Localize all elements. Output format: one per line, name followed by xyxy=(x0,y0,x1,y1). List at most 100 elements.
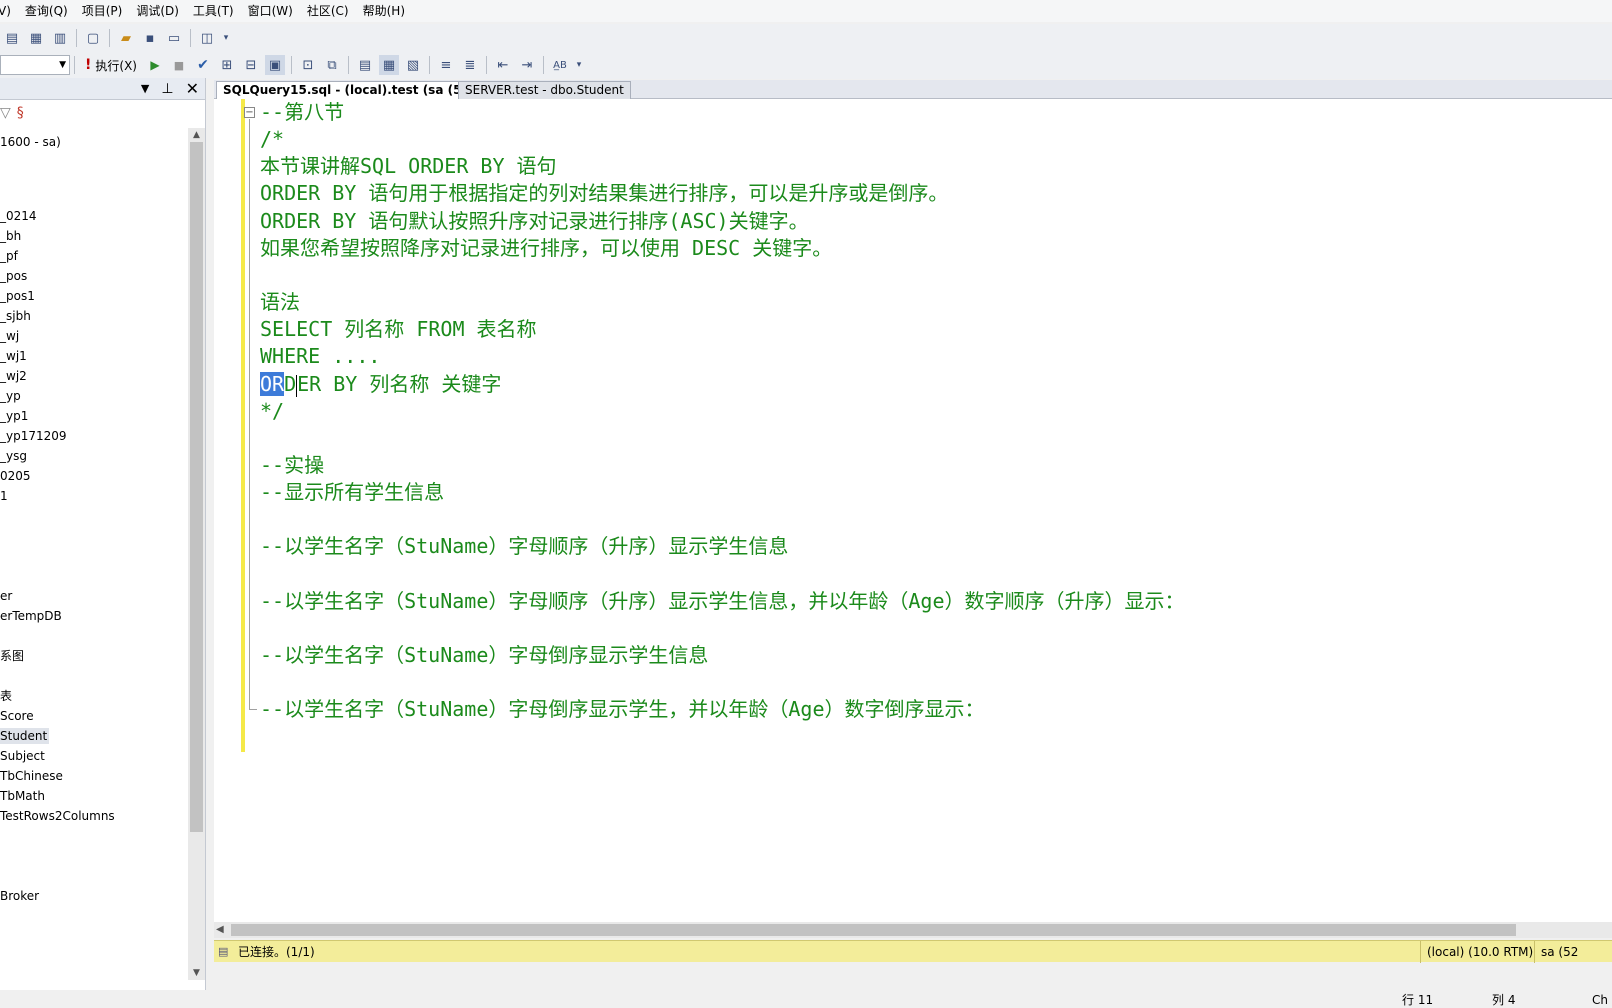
analysis-query-icon[interactable]: ▥ xyxy=(50,28,70,48)
include-plan-icon[interactable]: ⊡ xyxy=(298,55,318,75)
debug-play-icon[interactable]: ▶ xyxy=(145,55,165,75)
explorer-vertical-scrollbar[interactable]: ▲ ▼ xyxy=(188,128,205,980)
results-to-text-icon[interactable]: ▤ xyxy=(355,55,375,75)
cancel-query-icon[interactable]: ■ xyxy=(169,55,189,75)
execute-button[interactable]: ! 执行(X) xyxy=(79,57,143,74)
tree-node[interactable]: _wj xyxy=(0,328,19,344)
toolbar-separator xyxy=(190,29,191,47)
line-indicator: 行 11 xyxy=(1402,993,1434,1007)
tree-node[interactable]: 0205 xyxy=(0,468,31,484)
results-to-file2-icon[interactable]: ▧ xyxy=(403,55,423,75)
new-file-icon[interactable]: ▢ xyxy=(83,28,103,48)
tree-node[interactable]: _wj1 xyxy=(0,348,27,364)
new-query-icon[interactable]: ▤ xyxy=(2,28,22,48)
menu-item[interactable]: 帮助(H) xyxy=(363,0,405,22)
code-line: --以学生名字（StuName）字母倒序显示学生信息 xyxy=(260,643,709,667)
tree-node[interactable]: 1 xyxy=(0,488,8,504)
tree-node[interactable]: _pos1 xyxy=(0,288,35,304)
toolbar-overflow-icon[interactable]: ▾ xyxy=(221,28,231,48)
object-explorer-toolbar: ▽ § xyxy=(0,100,205,126)
tree-node[interactable]: _wj2 xyxy=(0,368,27,384)
collapse-region-icon[interactable]: − xyxy=(244,107,255,118)
filter-icon[interactable]: ▽ xyxy=(0,105,11,121)
dropdown-icon[interactable]: ▼ xyxy=(141,82,149,95)
sql-editor[interactable]: − --第八节 /* 本节课讲解SQL ORDER BY 语句 ORDER BY 语句… xyxy=(214,99,1612,937)
refresh-icon[interactable]: § xyxy=(17,105,24,121)
tree-node[interactable]: Score xyxy=(0,708,34,724)
tree-node[interactable]: TestRows2Columns xyxy=(0,808,115,824)
scrollbar-thumb[interactable] xyxy=(231,924,1516,936)
toolbar-separator xyxy=(74,56,75,74)
toolbar-overflow-icon[interactable]: ▾ xyxy=(574,55,584,75)
tree-node[interactable]: _0214 xyxy=(0,208,37,224)
pin-icon[interactable]: ⊥ xyxy=(161,81,173,97)
tree-node[interactable]: _pf xyxy=(0,248,18,264)
activity-monitor-icon[interactable]: ◫ xyxy=(197,28,217,48)
toolbar-separator xyxy=(290,56,292,74)
outline-line-end xyxy=(249,709,257,710)
query-designer-icon[interactable]: ⊟ xyxy=(241,55,261,75)
save-icon[interactable]: ▪ xyxy=(140,28,160,48)
code-line: */ xyxy=(260,399,285,423)
close-icon[interactable]: ✕ xyxy=(186,79,199,98)
comment-icon[interactable]: ≡ xyxy=(436,55,456,75)
tree-node[interactable]: 1600 - sa) xyxy=(0,134,61,150)
results-to-grid-icon[interactable]: ▦ xyxy=(378,55,399,75)
sql-editor-toolbar: ▼ ! 执行(X) ▶ ■ ✔ ⊞ ⊟ ▣ ⊡ ⧉ ▤ ▦ ▧ ≡ ≣ ⇤ ⇥ … xyxy=(0,51,1612,79)
tree-node[interactable]: TbChinese xyxy=(0,768,63,784)
tree-node[interactable]: _sjbh xyxy=(0,308,31,324)
print-icon[interactable]: ▭ xyxy=(164,28,184,48)
code-line: --显示所有学生信息 xyxy=(260,480,445,504)
menu-item[interactable]: 工具(T) xyxy=(193,0,234,22)
tree-node[interactable]: er xyxy=(0,588,12,604)
scroll-up-icon[interactable]: ▲ xyxy=(188,128,205,142)
tree-node[interactable]: Student xyxy=(0,728,50,744)
code-text: D xyxy=(284,372,297,396)
menu-item[interactable]: 窗口(W) xyxy=(248,0,293,22)
tab-sqlquery15[interactable]: SQLQuery15.sql - (local).test (sa (52))* xyxy=(216,81,495,99)
tree-node[interactable]: _yp1 xyxy=(0,408,28,424)
execute-icon: ! xyxy=(85,57,92,73)
specify-values-icon[interactable]: A̲B xyxy=(550,55,570,75)
menu-item[interactable]: 查询(Q) xyxy=(25,0,68,22)
outline-line xyxy=(249,119,250,709)
decrease-indent-icon[interactable]: ⇤ xyxy=(493,55,513,75)
menu-item[interactable]: 社区(C) xyxy=(307,0,349,22)
tree-node[interactable]: _yp xyxy=(0,388,21,404)
toolbar-separator xyxy=(428,56,430,74)
tree-node[interactable]: _bh xyxy=(0,228,21,244)
parse-check-icon[interactable]: ✔ xyxy=(193,55,213,75)
menu-item[interactable]: 调试(D) xyxy=(136,0,179,22)
tree-node[interactable]: _ysg xyxy=(0,448,27,464)
increase-indent-icon[interactable]: ⇥ xyxy=(517,55,537,75)
tree-node[interactable]: 系图 xyxy=(0,648,24,664)
tree-node[interactable]: _yp171209 xyxy=(0,428,67,444)
code-line: --以学生名字（StuName）字母顺序（升序）显示学生信息，并以年龄（Age）… xyxy=(260,589,1185,613)
tree-node[interactable]: Subject xyxy=(0,748,45,764)
code-line: --以学生名字（StuName）字母顺序（升序）显示学生信息 xyxy=(260,534,789,558)
open-file-icon[interactable]: ▰ xyxy=(116,28,136,48)
scrollbar-thumb[interactable] xyxy=(190,142,203,832)
char-indicator: Ch xyxy=(1592,993,1608,1007)
scroll-left-icon[interactable]: ◀ xyxy=(216,922,224,938)
tree-node[interactable]: 表 xyxy=(0,688,12,704)
tree-node[interactable]: TbMath xyxy=(0,788,45,804)
standard-toolbar: ▤ ▦ ▥ ▢ ▰ ▪ ▭ ◫ ▾ xyxy=(0,24,1612,52)
display-plan-icon[interactable]: ⊞ xyxy=(217,55,237,75)
code-line: 语法 xyxy=(260,290,300,314)
tree-node[interactable]: _pos xyxy=(0,268,27,284)
tab-student-table[interactable]: SERVER.test - dbo.Student xyxy=(458,81,631,99)
menu-item[interactable]: 项目(P) xyxy=(82,0,123,22)
code-line: SELECT 列名称 FROM 表名称 xyxy=(260,317,537,341)
code-line: WHERE .... xyxy=(260,344,381,368)
uncomment-icon[interactable]: ≣ xyxy=(460,55,480,75)
tree-node[interactable]: erTempDB xyxy=(0,608,62,624)
database-select[interactable]: ▼ xyxy=(0,55,70,75)
scroll-down-icon[interactable]: ▼ xyxy=(188,966,205,980)
results-to-file-icon[interactable]: ▣ xyxy=(264,55,285,75)
menu-item[interactable]: V) xyxy=(0,0,11,22)
editor-horizontal-scrollbar[interactable]: ◀ xyxy=(214,922,1612,938)
db-engine-query-icon[interactable]: ▦ xyxy=(26,28,46,48)
client-stats-icon[interactable]: ⧉ xyxy=(322,55,342,75)
tree-node[interactable]: Broker xyxy=(0,888,39,904)
